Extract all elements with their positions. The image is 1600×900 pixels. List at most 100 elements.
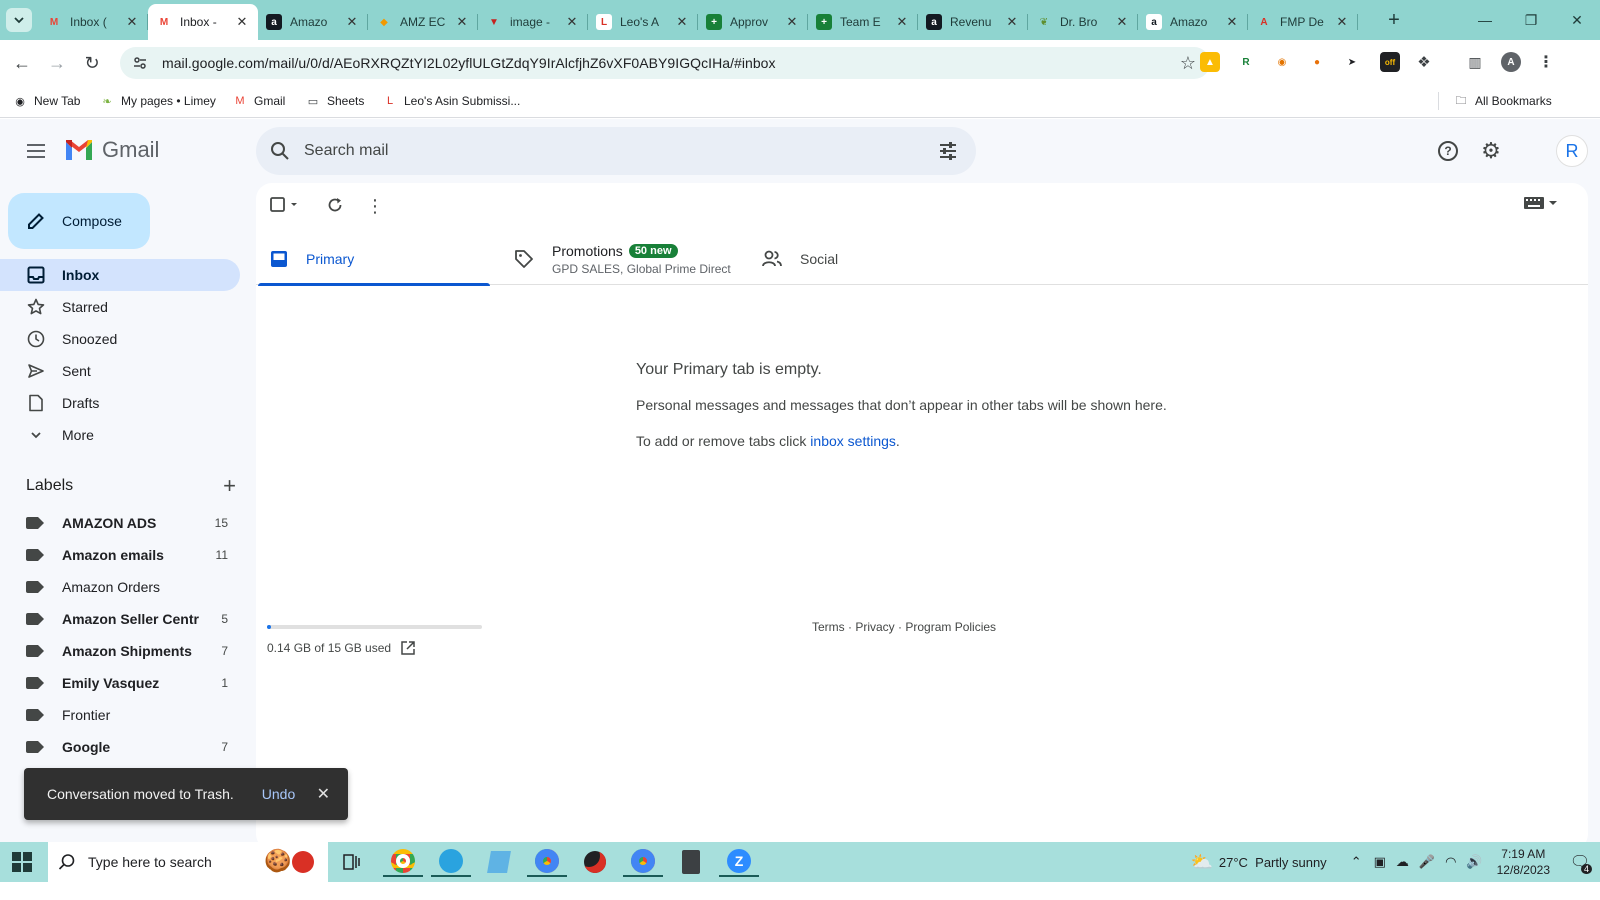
task-view-icon[interactable] — [332, 847, 372, 877]
forward-icon[interactable]: → — [43, 50, 71, 76]
close-tab-icon[interactable]: ✕ — [1334, 14, 1350, 30]
bookmark-item[interactable]: M Gmail — [232, 92, 285, 110]
gmail-logo[interactable]: Gmail — [64, 137, 159, 163]
chrome-menu-icon[interactable]: ⋮ — [1536, 52, 1556, 72]
inbox-settings-link[interactable]: inbox settings — [810, 433, 896, 449]
browser-tab[interactable]: ❦ Dr. Bro ✕ — [1028, 4, 1138, 40]
label-item[interactable]: Amazon Orders — [0, 571, 240, 603]
search-input[interactable]: Search mail — [256, 127, 976, 175]
address-bar[interactable]: mail.google.com/mail/u/0/d/AEoRXRQZtYI2L… — [120, 47, 1210, 79]
close-tab-icon[interactable]: ✕ — [674, 14, 690, 30]
extension-3-icon[interactable]: ◉ — [1272, 52, 1292, 72]
privacy-link[interactable]: Privacy — [855, 620, 894, 634]
telegram-taskbar-icon[interactable] — [431, 847, 471, 877]
browser-tab[interactable]: a Amazo ✕ — [258, 4, 368, 40]
close-window-icon[interactable]: ✕ — [1554, 0, 1600, 40]
tab-social[interactable]: Social — [762, 233, 994, 285]
nav-item-drafts[interactable]: Drafts — [0, 387, 240, 419]
nav-item-starred[interactable]: Starred — [0, 291, 240, 323]
site-info-icon[interactable] — [132, 55, 148, 71]
volume-icon[interactable]: 🔊 — [1466, 854, 1482, 870]
label-item[interactable]: Google 7 — [0, 731, 240, 763]
back-icon[interactable]: ← — [8, 50, 36, 76]
bookmark-item[interactable]: ❧ My pages • Limey — [99, 92, 216, 110]
label-item[interactable]: Frontier — [0, 699, 240, 731]
browser-tab[interactable]: A FMP De ✕ — [1248, 4, 1358, 40]
close-tab-icon[interactable]: ✕ — [564, 14, 580, 30]
help-icon[interactable]: ? — [1436, 139, 1460, 163]
browser-tab[interactable]: a Amazo ✕ — [1138, 4, 1248, 40]
browser-tab[interactable]: ▼ image - ✕ — [478, 4, 588, 40]
minimize-icon[interactable]: — — [1462, 0, 1508, 40]
close-tab-icon[interactable]: ✕ — [1004, 14, 1020, 30]
compose-button[interactable]: Compose — [8, 193, 150, 249]
extension-1-icon[interactable]: ▲ — [1200, 52, 1220, 72]
close-tab-icon[interactable]: ✕ — [784, 14, 800, 30]
close-tab-icon[interactable]: ✕ — [1114, 14, 1130, 30]
browser-tab[interactable]: ◆ AMZ EC ✕ — [368, 4, 478, 40]
open-in-new-icon[interactable] — [401, 641, 415, 655]
close-tab-icon[interactable]: ✕ — [1224, 14, 1240, 30]
nav-item-sent[interactable]: Sent — [0, 355, 240, 387]
search-icon[interactable] — [270, 141, 290, 161]
nav-item-snoozed[interactable]: Snoozed — [0, 323, 240, 355]
bookmark-item[interactable]: ◉ New Tab — [12, 92, 80, 110]
label-item[interactable]: Amazon emails 11 — [0, 539, 240, 571]
extension-4-icon[interactable]: ● — [1307, 52, 1327, 72]
bookmark-star-icon[interactable]: ☆ — [1180, 53, 1196, 74]
extension-2-icon[interactable]: R — [1236, 52, 1256, 72]
label-item[interactable]: AMAZON ADS 15 — [0, 507, 240, 539]
chrome-profile-2-taskbar-icon[interactable] — [527, 847, 567, 877]
chrome-profile-3-taskbar-icon[interactable] — [623, 847, 663, 877]
bookmark-item[interactable]: L Leo's Asin Submissi... — [382, 92, 520, 110]
nav-item-more[interactable]: More — [0, 419, 240, 451]
label-item[interactable]: Emily Vasquez 1 — [0, 667, 240, 699]
settings-gear-icon[interactable]: ⚙ — [1479, 138, 1503, 163]
windows-start-icon[interactable] — [12, 852, 32, 872]
account-avatar[interactable]: R — [1556, 135, 1588, 167]
app-taskbar-icon[interactable] — [575, 847, 615, 877]
tab-primary[interactable]: Primary — [258, 233, 490, 286]
weather-text[interactable]: 27°C Partly sunny — [1219, 855, 1327, 870]
calculator-taskbar-icon[interactable] — [671, 847, 711, 877]
create-label-icon[interactable]: + — [223, 473, 236, 499]
browser-tab[interactable]: + Approv ✕ — [698, 4, 808, 40]
select-all-checkbox[interactable] — [270, 196, 300, 214]
label-item[interactable]: Amazon Seller Centr 5 — [0, 603, 240, 635]
microphone-icon[interactable]: 🎤 — [1419, 854, 1435, 870]
close-tab-icon[interactable]: ✕ — [894, 14, 910, 30]
close-icon[interactable]: ✕ — [317, 784, 330, 804]
close-tab-icon[interactable]: ✕ — [234, 14, 250, 30]
new-tab-button[interactable]: + — [1380, 7, 1408, 33]
chrome-taskbar-icon[interactable] — [383, 847, 423, 877]
extension-off-icon[interactable]: off — [1380, 52, 1400, 72]
browser-tab[interactable]: M Inbox - ✕ — [148, 4, 258, 40]
browser-tab[interactable]: M Inbox (✕ — [38, 4, 148, 40]
more-options-icon[interactable]: ⋮ — [366, 196, 384, 217]
restore-icon[interactable]: ❐ — [1508, 0, 1554, 40]
wifi-icon[interactable]: ◠ — [1445, 854, 1456, 870]
undo-button[interactable]: Undo — [262, 786, 295, 802]
close-tab-icon[interactable]: ✕ — [454, 14, 470, 30]
chrome-profile-avatar[interactable]: A — [1501, 52, 1521, 72]
taskbar-search-input[interactable]: Type here to search 🍪 — [48, 842, 328, 882]
browser-tab[interactable]: L Leo's A ✕ — [588, 4, 698, 40]
extensions-puzzle-icon[interactable]: ❖ — [1414, 52, 1434, 72]
search-options-icon[interactable] — [938, 141, 958, 161]
input-tools-keyboard-icon[interactable] — [1524, 197, 1558, 209]
browser-tab[interactable]: + Team E ✕ — [808, 4, 918, 40]
reload-icon[interactable]: ↻ — [78, 50, 106, 76]
refresh-icon[interactable] — [326, 196, 344, 214]
onedrive-icon[interactable]: ☁ — [1396, 854, 1409, 870]
show-hidden-icons-icon[interactable]: ⌃ — [1351, 854, 1362, 870]
all-bookmarks[interactable]: 🗀 All Bookmarks — [1438, 92, 1552, 110]
zoom-taskbar-icon[interactable]: Z — [719, 847, 759, 877]
nav-item-inbox[interactable]: Inbox — [0, 259, 240, 291]
clock[interactable]: 7:19 AM 12/8/2023 — [1497, 846, 1550, 878]
meet-now-icon[interactable]: ▣ — [1374, 854, 1386, 870]
browser-tab[interactable]: a Revenu ✕ — [918, 4, 1028, 40]
close-tab-icon[interactable]: ✕ — [344, 14, 360, 30]
main-menu-icon[interactable] — [22, 139, 50, 163]
close-tab-icon[interactable]: ✕ — [124, 14, 140, 30]
program-policies-link[interactable]: Program Policies — [905, 620, 996, 634]
